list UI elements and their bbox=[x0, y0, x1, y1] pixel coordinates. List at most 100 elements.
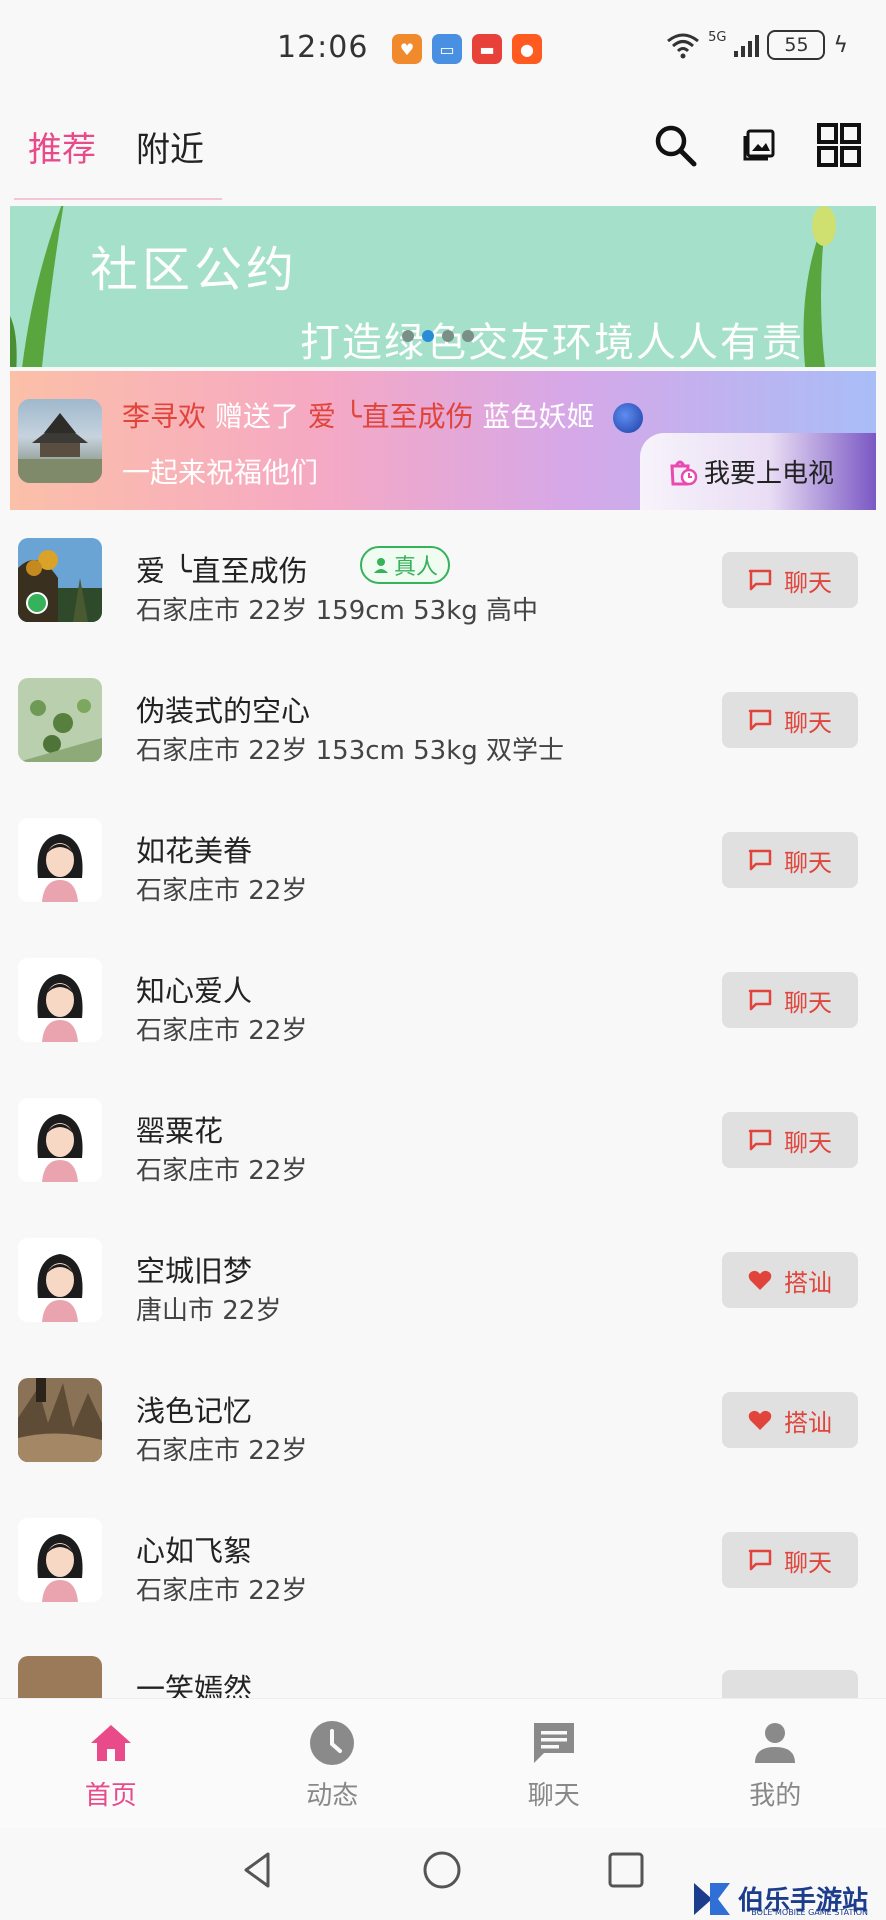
chat-bubble-icon bbox=[748, 569, 772, 591]
nav-profile[interactable]: 我的 bbox=[665, 1699, 886, 1828]
user-info: 唐山市 22岁 bbox=[136, 1296, 282, 1326]
user-row[interactable]: 知心爱人 石家庄市 22岁 聊天 bbox=[0, 932, 886, 1072]
tab-recommend[interactable]: 推荐 bbox=[28, 122, 96, 171]
user-info: 石家庄市 22岁 bbox=[136, 1016, 308, 1046]
chat-button-label: 聊天 bbox=[784, 1128, 832, 1157]
verified-label: 真人 bbox=[394, 555, 439, 580]
user-row[interactable]: 罂粟花 石家庄市 22岁 聊天 bbox=[0, 1072, 886, 1212]
greet-button[interactable]: 搭讪 bbox=[722, 1252, 858, 1308]
user-avatar[interactable] bbox=[18, 1656, 102, 1698]
nav-chat-label: 聊天 bbox=[527, 1781, 580, 1811]
charging-icon: ϟ bbox=[833, 32, 848, 58]
person-icon bbox=[374, 558, 388, 573]
chat-button[interactable]: 聊天 bbox=[722, 692, 858, 748]
user-avatar[interactable] bbox=[18, 958, 102, 1042]
user-row[interactable]: 空城旧梦 唐山市 22岁 搭讪 bbox=[0, 1212, 886, 1352]
tab-nearby[interactable]: 附近 bbox=[136, 122, 204, 171]
user-info: 石家庄市 22岁 bbox=[136, 1436, 308, 1466]
chat-button[interactable]: 聊天 bbox=[722, 1112, 858, 1168]
huawei-app-icon: ▬ bbox=[472, 34, 502, 64]
user-info: 石家庄市 22岁 153cm 53kg 双学士 bbox=[136, 736, 565, 766]
wifi-icon bbox=[667, 33, 700, 59]
carousel-dot[interactable] bbox=[462, 330, 474, 342]
recents-icon[interactable] bbox=[604, 1848, 648, 1892]
user-row-partial[interactable]: 一笑嫣然 bbox=[0, 1652, 886, 1698]
app-screen: 12:06 ♥ ▭ ▬ ● 5G 55 ϟ 推荐 附近 社区公约 打造绿色交友环… bbox=[0, 0, 886, 1920]
user-avatar[interactable] bbox=[18, 538, 102, 622]
gift-verb: 赠送了 bbox=[214, 400, 299, 433]
user-name: 浅色记忆 bbox=[136, 1394, 253, 1428]
chat-bubble-icon bbox=[748, 849, 772, 871]
chat-button[interactable]: 聊天 bbox=[722, 972, 858, 1028]
user-name: 一笑嫣然 bbox=[136, 1672, 253, 1698]
back-icon[interactable] bbox=[236, 1848, 280, 1892]
tab-underline bbox=[14, 198, 222, 200]
rose-gift-icon bbox=[613, 403, 644, 433]
home-circle-icon[interactable] bbox=[420, 1848, 464, 1892]
nav-profile-label: 我的 bbox=[749, 1781, 802, 1811]
chat-button[interactable] bbox=[722, 1670, 858, 1698]
user-info: 石家庄市 22岁 bbox=[136, 876, 308, 906]
user-avatar[interactable] bbox=[18, 678, 102, 762]
verified-badge: 真人 bbox=[360, 546, 451, 584]
greet-button[interactable]: 搭讪 bbox=[722, 1392, 858, 1448]
community-banner[interactable]: 社区公约 打造绿色交友环境人人有责 bbox=[10, 206, 876, 367]
nav-chat[interactable]: 聊天 bbox=[443, 1699, 665, 1828]
greet-button-label: 搭讪 bbox=[784, 1268, 832, 1297]
user-row[interactable]: 心如飞絮 石家庄市 22岁 聊天 bbox=[0, 1492, 886, 1632]
user-avatar[interactable] bbox=[18, 1238, 102, 1322]
gift-receiver[interactable]: 爱 ╰直至成伤 bbox=[308, 400, 474, 433]
banner-title: 社区公约 bbox=[90, 242, 299, 298]
user-avatar[interactable] bbox=[18, 1378, 102, 1462]
chat-button-label: 聊天 bbox=[784, 708, 832, 737]
gallery-icon[interactable] bbox=[736, 122, 782, 168]
user-name: 罂粟花 bbox=[136, 1114, 224, 1148]
carousel-dot[interactable] bbox=[442, 330, 454, 342]
user-name: 空城旧梦 bbox=[136, 1254, 253, 1288]
chat-bubble-icon bbox=[748, 989, 772, 1011]
user-name: 心如飞絮 bbox=[136, 1534, 253, 1568]
chat-button[interactable]: 聊天 bbox=[722, 1532, 858, 1588]
go-on-tv-button[interactable]: 我要上电视 bbox=[640, 433, 876, 510]
sender-avatar[interactable] bbox=[18, 399, 102, 483]
user-name: 伪装式的空心 bbox=[136, 694, 311, 728]
heart-app-icon: ♥ bbox=[392, 34, 422, 64]
nav-moments[interactable]: 动态 bbox=[222, 1699, 444, 1828]
clock-icon bbox=[310, 1721, 355, 1765]
gift-blessing: 一起来祝福他们 bbox=[122, 456, 319, 489]
user-name: 爱 ╰直至成伤 bbox=[136, 554, 308, 588]
chat-button-label: 聊天 bbox=[784, 988, 832, 1017]
user-row[interactable]: 爱 ╰直至成伤 真人 石家庄市 22岁 159cm 53kg 高中 聊天 bbox=[0, 512, 886, 652]
carousel-dot-active[interactable] bbox=[422, 330, 434, 342]
chat-button-label: 聊天 bbox=[784, 848, 832, 877]
home-icon bbox=[90, 1725, 131, 1761]
user-avatar[interactable] bbox=[18, 818, 102, 902]
chat-bubble-icon bbox=[748, 1549, 772, 1571]
greet-button-label: 搭讪 bbox=[784, 1408, 832, 1437]
user-row[interactable]: 伪装式的空心 石家庄市 22岁 153cm 53kg 双学士 聊天 bbox=[0, 652, 886, 792]
search-icon[interactable] bbox=[652, 122, 698, 168]
network-type: 5G bbox=[708, 29, 727, 45]
nav-home[interactable]: 首页 bbox=[0, 1699, 222, 1828]
carousel-dot[interactable] bbox=[402, 330, 414, 342]
user-list: 爱 ╰直至成伤 真人 石家庄市 22岁 159cm 53kg 高中 聊天 伪装式… bbox=[0, 512, 886, 1632]
gift-broadcast[interactable]: 李寻欢 赠送了 爱 ╰直至成伤 蓝色妖姬 一起来祝福他们 我要上电视 bbox=[10, 371, 876, 510]
user-info: 石家庄市 22岁 bbox=[136, 1576, 308, 1606]
user-name: 如花美眷 bbox=[136, 834, 253, 868]
bottom-nav: 首页 动态 聊天 我的 bbox=[0, 1698, 886, 1828]
leaf-decoration bbox=[10, 206, 64, 367]
gift-sender[interactable]: 李寻欢 bbox=[122, 400, 206, 433]
chat-button[interactable]: 聊天 bbox=[722, 552, 858, 608]
kuaishou-app-icon: ● bbox=[512, 34, 542, 64]
user-row[interactable]: 如花美眷 石家庄市 22岁 聊天 bbox=[0, 792, 886, 932]
user-row[interactable]: 浅色记忆 石家庄市 22岁 搭讪 bbox=[0, 1352, 886, 1492]
nav-home-label: 首页 bbox=[84, 1781, 137, 1811]
carousel-dots bbox=[402, 330, 474, 342]
user-avatar[interactable] bbox=[18, 1518, 102, 1602]
heart-icon bbox=[748, 1410, 772, 1430]
grid-menu-icon[interactable] bbox=[816, 122, 862, 168]
user-avatar[interactable] bbox=[18, 1098, 102, 1182]
gift-message: 李寻欢 赠送了 爱 ╰直至成伤 蓝色妖姬 bbox=[122, 395, 644, 435]
battery-icon: 55 bbox=[767, 30, 826, 60]
chat-button[interactable]: 聊天 bbox=[722, 832, 858, 888]
